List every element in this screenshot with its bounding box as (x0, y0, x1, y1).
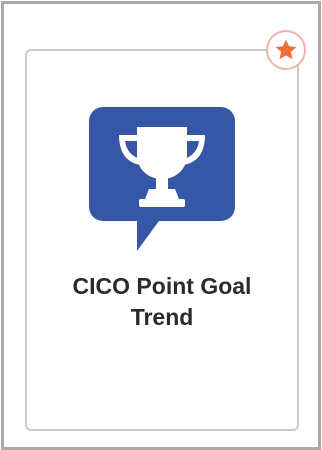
star-icon (275, 39, 297, 60)
widget-frame: CICO Point Goal Trend (1, 1, 321, 450)
trophy-speech-bubble-icon (89, 107, 235, 253)
tile-title: CICO Point Goal Trend (72, 273, 252, 330)
favorite-button[interactable] (266, 30, 306, 70)
trophy-speech-bubble-graphic (89, 107, 235, 251)
report-tile[interactable]: CICO Point Goal Trend (25, 49, 299, 431)
